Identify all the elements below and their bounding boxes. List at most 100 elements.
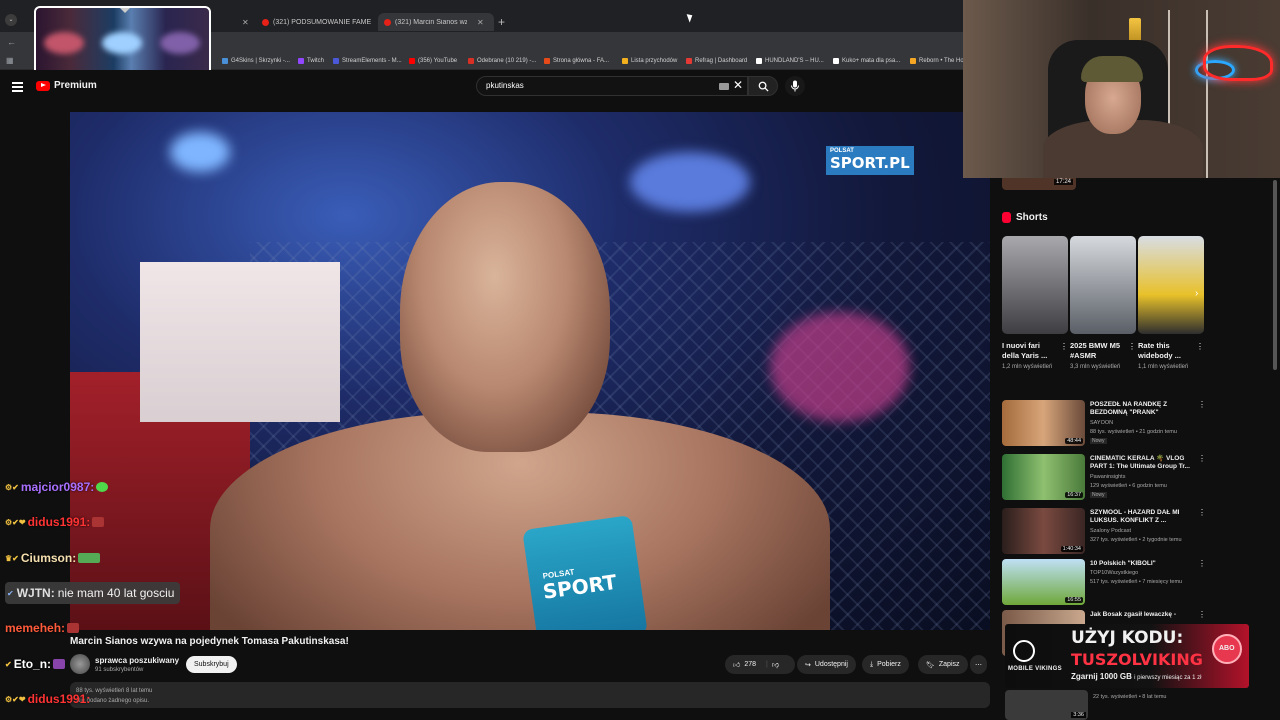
chevron-right-icon[interactable]: › [1195,288,1198,299]
chat-username: memeheh: [5,621,66,635]
chat-emote-icon [96,482,109,492]
close-tab-icon[interactable]: ✕ [242,18,249,27]
chat-username: didus1991: [27,692,91,706]
tab-podsumowanie[interactable]: (321) PODSUMOWANIE FAME ✕ [262,13,372,31]
video-item[interactable]: 1:40:34 SZYMOOL - HAZARD DAŁ MI LUKSUS. … [1002,508,1206,556]
more-vert-icon[interactable]: ⋮ [1198,400,1206,409]
bookmark-reborn[interactable]: Reborn • The Ho [910,58,964,64]
shorts-heading: Shorts [1002,212,1048,223]
chat-username: didus1991: [27,515,91,529]
more-vert-icon[interactable]: ⋮ [1198,454,1206,463]
video-item[interactable]: 16:37 CINEMATIC KERALA 🌴 VLOG PART 1: Th… [1002,454,1206,502]
video-thumbnail[interactable]: 16:55 [1002,559,1085,605]
video-item[interactable]: 3:36 22 tys. wyświetleń • 8 lat temu [1005,690,1205,720]
more-vert-icon[interactable]: ⋮ [1128,342,1136,351]
bookmark-favicon-icon [409,58,415,64]
chat-line: ⚙✔ majcior0987: [5,477,109,497]
bookmark-hundland[interactable]: HUNDLAND'S – HU... [756,58,824,64]
video-item-channel[interactable]: Szalony Podcast [1090,528,1131,534]
bookmark-youtube[interactable]: (356) YouTube [409,58,457,64]
chat-badges-icon: ✔ [5,659,12,669]
share-button[interactable]: ↪ Udostępnij [797,655,856,674]
close-tab-icon[interactable]: ✕ [477,18,484,27]
preview-blob [160,32,200,54]
video-thumbnail[interactable]: 16:37 [1002,454,1085,500]
bookmark-lista-przychodow[interactable]: Lista przychodów [622,58,677,64]
video-thumbnail[interactable]: 48:44 [1002,400,1085,446]
like-icon[interactable]: 👍︎ [733,660,740,669]
search-box[interactable]: ✕ [476,76,748,96]
more-vert-icon[interactable]: ⋮ [1198,508,1206,517]
bookmark-favicon-icon [468,58,474,64]
bookmark-refrag[interactable]: Refrag | Dashboard [686,58,747,64]
ad-line3: Zgarnij 1000 GB i pierwszy miesiąc za 1 … [1071,672,1202,681]
more-vert-icon[interactable]: ⋮ [1060,342,1068,351]
channel-name[interactable]: sprawca poszukiwany [95,656,179,665]
short-title[interactable]: Rate this widebody ... [1138,341,1194,361]
more-vert-icon[interactable]: ⋮ [1198,559,1206,568]
back-arrow-icon[interactable]: ← [7,37,16,47]
tab-active-video[interactable]: (321) Marcin Sianos wzywa ✕ [378,13,494,31]
video-item-title[interactable]: 10 Polskich "KIBOLI" [1090,560,1194,568]
chat-line: memeheh: [5,618,80,638]
video-player[interactable]: POLSAT SPORT POLSAT SPORT.PL [70,112,990,630]
bookmark-kuko[interactable]: Kuko+ mata dla psa... [833,58,900,64]
short-item[interactable]: Rate this widebody ... 1,1 mln wyświetle… [1138,236,1204,371]
bookmark-icon: 🔖︎ [926,661,935,669]
video-item-title[interactable]: Jak Bosak zgasił lewaczkę - [1090,611,1194,619]
bookmark-odebrane[interactable]: Odebrane (10 219) -... [468,58,536,64]
short-title[interactable]: I nuovi fari della Yaris ... [1002,341,1058,361]
search-icon [758,81,769,92]
save-button[interactable]: 🔖︎ Zapisz [918,655,968,674]
menu-icon[interactable] [12,82,23,94]
viking-logo-icon [1013,640,1035,662]
video-item-channel[interactable]: TOP10Wszystkiego [1090,570,1138,576]
more-actions-button[interactable]: ⋯ [970,655,987,674]
chat-username: WJTN: [16,586,55,600]
video-thumbnail-partial[interactable]: 17:24 [1002,178,1076,190]
video-thumbnail[interactable]: 3:36 [1005,690,1088,720]
video-item-channel[interactable]: Pawaninsights [1090,474,1125,480]
short-item[interactable]: 2025 BMW M5 #ASMR 3,3 mln wyświetleń ⋮ [1070,236,1136,371]
video-item[interactable]: 16:55 10 Polskich "KIBOLI" TOP10Wszystki… [1002,559,1206,607]
youtube-logo[interactable]: Premium [36,80,97,91]
streamer-webcam [963,0,1280,178]
bookmark-strona-glowna[interactable]: Strona główna - FA... [544,58,609,64]
description-box[interactable]: 88 tys. wyświetleń 8 lat temu Nie dodano… [70,682,990,708]
keyboard-icon[interactable] [719,83,729,90]
channel-avatar[interactable] [70,654,90,674]
video-thumbnail[interactable]: 1:40:34 [1002,508,1085,554]
short-title[interactable]: 2025 BMW M5 #ASMR [1070,341,1126,361]
tab-preview-thumbnail [34,6,211,79]
download-button[interactable]: ⤓ Pobierz [862,655,909,674]
voice-search-button[interactable] [785,76,805,96]
new-tab-button[interactable]: + [498,15,505,29]
sidebar-scrollbar[interactable] [1273,180,1277,370]
microphone-icon [791,80,799,92]
search-button[interactable] [748,76,778,96]
video-item-channel[interactable]: SAYOON [1090,420,1113,426]
video-item-title[interactable]: CINEMATIC KERALA 🌴 VLOG PART 1: The Ulti… [1090,455,1194,471]
search-input[interactable] [486,81,706,90]
more-vert-icon[interactable]: ⋮ [1196,342,1204,351]
bookmark-g4skins[interactable]: G4Skins | Skrzynki -... [222,58,290,64]
short-thumbnail[interactable] [1002,236,1068,334]
more-vert-icon[interactable]: ⋮ [1198,610,1206,619]
video-microphone: POLSAT SPORT [522,514,648,630]
subscribe-button[interactable]: Subskrybuj [186,656,237,673]
clear-search-icon[interactable]: ✕ [733,78,743,92]
video-item[interactable]: 48:44 POSZEDŁ NA RANDKĘ Z BEZDOMNĄ "PRAN… [1002,400,1206,448]
dislike-icon[interactable]: 👎︎ [772,660,779,669]
tab-unnamed[interactable]: ✕ [236,13,249,31]
bookmark-streamelements[interactable]: StreamElements - M... [333,58,402,64]
apps-grid-icon[interactable]: ▦ [6,56,14,65]
short-item[interactable]: I nuovi fari della Yaris ... 1,2 mln wyś… [1002,236,1068,371]
video-item-title[interactable]: SZYMOOL - HAZARD DAŁ MI LUKSUS. KONFLIKT… [1090,509,1194,525]
video-item-title[interactable]: POSZEDŁ NA RANDKĘ Z BEZDOMNĄ "PRANK" [1090,401,1194,417]
like-count[interactable]: 278 [744,661,756,668]
bookmark-twitch[interactable]: Twitch [298,58,324,64]
tab-search-button[interactable]: ⌄ [5,14,17,26]
like-dislike-group: 👍︎ 278 | 👎︎ [725,655,795,674]
short-thumbnail[interactable] [1070,236,1136,334]
short-thumbnail[interactable] [1138,236,1204,334]
